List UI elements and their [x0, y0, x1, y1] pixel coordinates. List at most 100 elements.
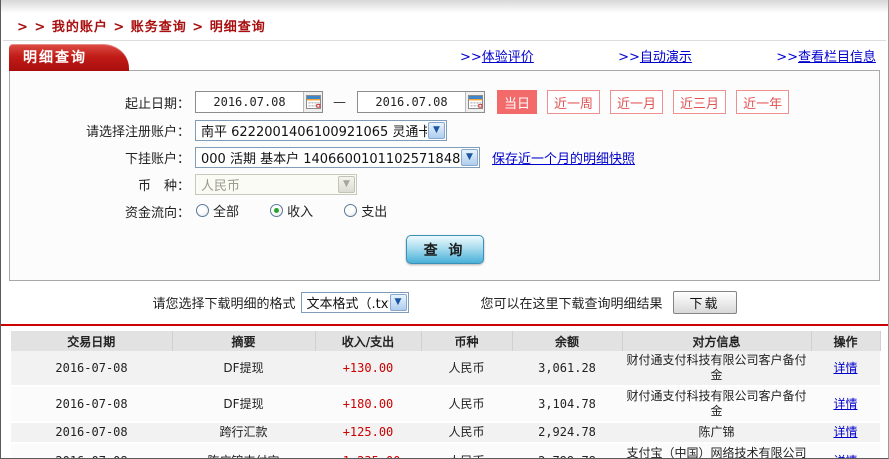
detail-link[interactable]: 详情 — [833, 361, 857, 375]
cell-date: 2016-07-08 — [11, 443, 172, 458]
radio-icon[interactable] — [196, 204, 209, 217]
table-header-cell: 摘要 — [172, 331, 316, 351]
cell-summary: 跨行汇款 — [172, 422, 315, 444]
end-date-input[interactable]: 2016.07.08 — [357, 91, 485, 113]
link-arrow-prefix: >> — [460, 50, 482, 65]
table-header-cell: 对方信息 — [622, 331, 812, 351]
register-account-value: 南平 6222001406100921065 灵通卡 — [201, 124, 427, 140]
cell-date: 2016-07-08 — [11, 422, 172, 444]
quick-range-button[interactable]: 近三月 — [673, 90, 727, 114]
detail-query-page: > > 我的账户 > 账务查询 > 明细查询 明细查询 >>体验评价 >>自动演… — [0, 0, 889, 459]
download-format-label: 请您选择下载明细的格式 — [152, 296, 296, 312]
flow-option-label: 收入 — [287, 205, 314, 220]
calendar-icon[interactable] — [465, 92, 484, 112]
quick-range-button[interactable]: 近一年 — [736, 90, 790, 114]
cell-counterparty: 陈广锦 — [622, 422, 811, 444]
register-account-row: 请选择注册账户： 南平 6222001406100921065 灵通卡 ▼ — [10, 119, 879, 141]
cell-amount: +130.00 — [315, 351, 421, 387]
cell-summary: DF提现 — [172, 386, 315, 423]
register-account-select[interactable]: 南平 6222001406100921065 灵通卡 ▼ — [195, 119, 447, 141]
cell-amount: +1,235.00 — [315, 443, 421, 458]
top-link-label: 自动演示 — [639, 50, 692, 65]
table-header-row: 交易日期 摘要 收入/支出 币种 余额 对方信息 操作 — [11, 331, 881, 351]
cell-balance: 2,924.78 — [512, 422, 622, 444]
chevron-down-icon: ▼ — [461, 148, 478, 166]
cell-action: 详情 — [811, 422, 880, 444]
table-row: 2016-07-08 DF提现 +180.00 人民币 3,104.78 财付通… — [11, 386, 880, 423]
flow-options: 全部 收入 支出 — [196, 201, 413, 221]
quick-range-button[interactable]: 近一周 — [547, 90, 601, 114]
currency-row: 币 种： 人民币 ▼ — [10, 173, 879, 195]
breadcrumb[interactable]: > > 我的账户 > 账务查询 > 明细查询 — [17, 20, 266, 35]
download-button[interactable]: 下载 — [672, 290, 737, 314]
cell-counterparty: 财付通支付科技有限公司客户备付金 — [622, 351, 811, 387]
detail-link[interactable]: 详情 — [833, 454, 857, 459]
top-link-label: 体验评价 — [481, 50, 534, 65]
chevron-down-icon: ▼ — [389, 293, 407, 311]
breadcrumb-row: > > 我的账户 > 账务查询 > 明细查询 — [3, 13, 886, 41]
table-header-cell: 交易日期 — [11, 331, 173, 351]
table-header-cell: 操作 — [811, 331, 881, 351]
chevron-down-icon: ▼ — [338, 175, 355, 193]
link-arrow-prefix: >> — [776, 50, 798, 65]
start-date-value: 2016.07.08 — [213, 95, 286, 109]
table-header-cell: 余额 — [512, 331, 623, 351]
flow-option-label: 全部 — [213, 205, 240, 220]
flow-option-label: 支出 — [361, 205, 388, 220]
top-link[interactable]: >>体验评价 — [460, 46, 534, 65]
currency-select: 人民币 ▼ — [195, 173, 357, 195]
chevron-down-icon: ▼ — [428, 121, 445, 139]
top-links: >>体验评价 >>自动演示 >>查看栏目信息 — [460, 46, 880, 70]
quick-range-buttons: 当日 近一周 近一月 近三月 近一年 — [497, 90, 799, 114]
cell-counterparty: 支付宝（中国）网络技术有限公司客户备付金 — [622, 443, 811, 458]
register-account-label: 请选择注册账户： — [85, 124, 190, 140]
cell-date: 2016-07-08 — [11, 386, 172, 423]
cell-counterparty: 财付通支付科技有限公司客户备付金 — [622, 386, 811, 423]
calendar-icon[interactable] — [303, 92, 322, 112]
flow-radio-option[interactable]: 全部 — [196, 201, 239, 220]
end-date-value: 2016.07.08 — [375, 95, 448, 109]
save-snapshot-link[interactable]: 保存近一个月的明细快照 — [492, 148, 635, 167]
table-row: 2016-07-08 陈广锦支付宝 +1,235.00 人民币 2,799.78… — [11, 443, 880, 459]
transaction-table: 交易日期 摘要 收入/支出 币种 余额 对方信息 操作 2016-07-08 D… — [11, 331, 881, 459]
flow-radio-option[interactable]: 支出 — [344, 201, 387, 220]
cell-action: 详情 — [811, 351, 880, 387]
cell-amount: +125.00 — [315, 422, 421, 444]
link-arrow-prefix: >> — [618, 50, 640, 65]
cell-balance: 3,104.78 — [512, 386, 622, 423]
tab-detail-query[interactable]: 明细查询 — [9, 44, 129, 71]
cell-summary: DF提现 — [172, 351, 315, 387]
top-gradient-bar — [1, 0, 888, 13]
quick-range-button[interactable]: 当日 — [497, 90, 538, 114]
cell-action: 详情 — [811, 443, 880, 459]
table-header-cell: 币种 — [421, 331, 513, 351]
sub-account-value: 000 活期 基本户 1406600101102571848 — [201, 151, 460, 167]
date-range-row: 起止日期： 2016.07.08 — 2016.07.08 当日 近一周 近一月… — [10, 90, 879, 114]
cell-balance: 3,061.28 — [512, 351, 622, 387]
quick-range-button[interactable]: 近一月 — [610, 90, 664, 114]
start-date-input[interactable]: 2016.07.08 — [195, 91, 323, 113]
top-link-label: 查看栏目信息 — [797, 50, 876, 65]
flow-direction-row: 资金流向： 全部 收入 支出 — [10, 200, 879, 222]
flow-radio-option[interactable]: 收入 — [270, 201, 313, 220]
cell-action: 详情 — [811, 386, 880, 423]
detail-link[interactable]: 详情 — [833, 397, 857, 411]
cell-currency: 人民币 — [421, 422, 512, 444]
date-range-separator: — — [333, 94, 346, 110]
top-link[interactable]: >>自动演示 — [618, 46, 692, 65]
query-button[interactable]: 查 询 — [405, 235, 484, 264]
sub-account-select[interactable]: 000 活期 基本户 1406600101102571848 ▼ — [195, 146, 480, 168]
download-row: 请您选择下载明细的格式 文本格式（.txt） ▼ 您可以在这里下载查询明细结果 … — [1, 289, 888, 315]
red-divider — [1, 324, 888, 326]
download-format-select[interactable]: 文本格式（.txt） ▼ — [300, 291, 409, 313]
top-link[interactable]: >>查看栏目信息 — [776, 46, 876, 65]
radio-icon[interactable] — [270, 204, 284, 217]
cell-balance: 2,799.78 — [512, 443, 622, 458]
flow-direction-label: 资金流向： — [124, 205, 190, 221]
tab-label: 明细查询 — [23, 50, 87, 66]
table-header-cell: 收入/支出 — [315, 331, 422, 351]
radio-icon[interactable] — [344, 204, 358, 217]
cell-currency: 人民币 — [421, 443, 512, 458]
detail-link[interactable]: 详情 — [833, 425, 857, 439]
cell-currency: 人民币 — [421, 351, 512, 387]
